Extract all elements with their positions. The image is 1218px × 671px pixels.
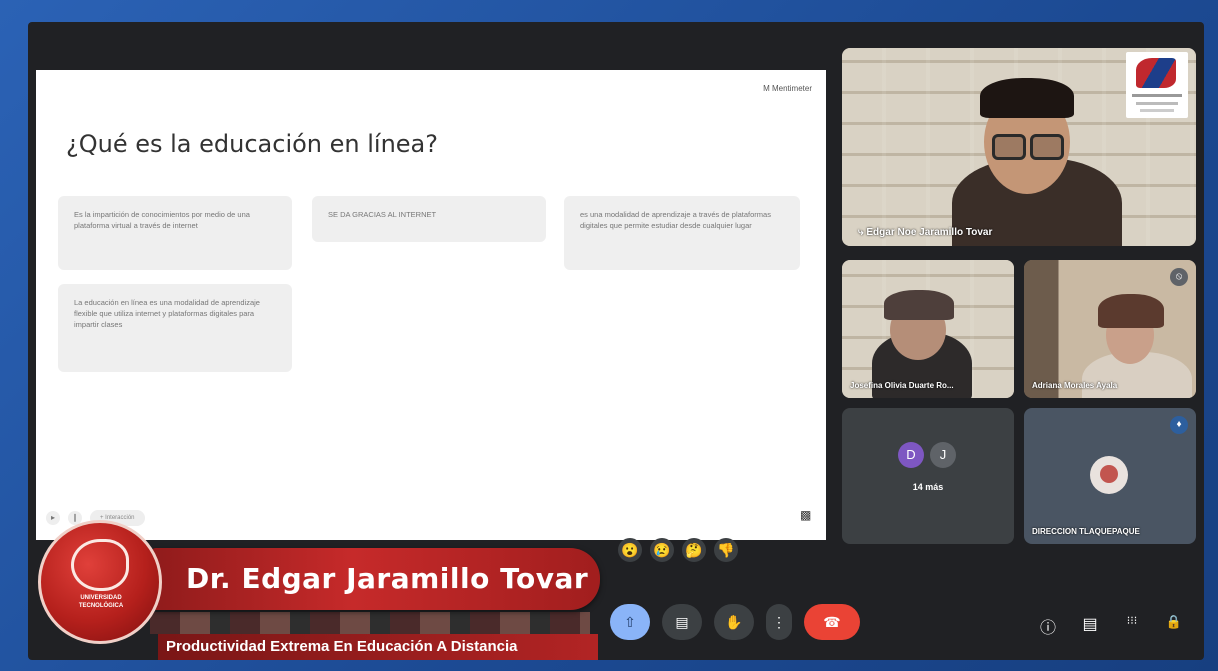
glasses-icon (992, 134, 1026, 160)
participant-tile-main[interactable]: ⤷ Edgar Noe Jaramillo Tovar (842, 48, 1196, 246)
avatar: J (930, 442, 956, 468)
note-card: SE DA GRACIAS AL INTERNET (312, 196, 546, 242)
avatar (1090, 456, 1128, 494)
more-count-label: 14 más (912, 482, 944, 492)
session-title: Productividad Extrema En Educación A Dis… (158, 634, 598, 660)
participant-name: Adriana Morales Ayala (1032, 381, 1118, 390)
speaker-name: Dr. Edgar Jaramillo Tovar (186, 562, 589, 595)
end-call-button[interactable]: ☎ (804, 604, 860, 640)
lock-icon[interactable]: 🔒 (1164, 614, 1184, 638)
reaction-thumbs-down-button[interactable]: 👎 (714, 538, 738, 562)
reaction-thinking-button[interactable]: 🤔 (682, 538, 706, 562)
presentation-area: M Mentimeter ¿Qué es la educación en lín… (36, 50, 828, 540)
lower-third-banner: Dr. Edgar Jaramillo Tovar (150, 548, 600, 610)
logo-icon (1100, 465, 1118, 483)
reaction-sad-button[interactable]: 😢 (650, 538, 674, 562)
note-card: Es la impartición de conocimientos por m… (58, 196, 292, 270)
slide: M Mentimeter ¿Qué es la educación en lín… (36, 70, 826, 540)
glasses-icon (1030, 134, 1064, 160)
note-card: es una modalidad de aprendizaje a través… (564, 196, 800, 270)
more-participants-tile[interactable]: D J 14 más (842, 408, 1014, 544)
participant-tile[interactable]: ⦸ Adriana Morales Ayala (1024, 260, 1196, 398)
mic-icon: ♦ (1170, 416, 1188, 434)
presenter-icon[interactable]: ▩ (800, 508, 816, 528)
note-card: La educación en línea es una modalidad d… (58, 284, 292, 372)
side-controls: ⓘ ▤ ⁝⁝⁝ 🔒 (1038, 614, 1184, 638)
info-icon[interactable]: ⓘ (1038, 614, 1058, 638)
apps-icon[interactable]: ⁝⁝⁝ (1122, 614, 1142, 638)
participant-hair (980, 78, 1074, 118)
university-seal: UNIVERSIDAD TECNOLÓGICA (38, 520, 162, 644)
university-logo (1126, 52, 1188, 118)
more-options-button[interactable]: ⋮ (766, 604, 792, 640)
present-button[interactable]: ⇧ (610, 604, 650, 640)
participant-hair (884, 290, 954, 320)
call-controls: ⇧ ▤ ✋ ⋮ ☎ (610, 604, 860, 640)
lion-icon (71, 539, 129, 591)
participant-tile[interactable]: ♦ DIRECCION TLAQUEPAQUE (1024, 408, 1196, 544)
slide-brand: M Mentimeter (763, 84, 812, 93)
participant-strip (150, 612, 590, 634)
participant-hair (1098, 294, 1164, 328)
participant-name: DIRECCION TLAQUEPAQUE (1032, 527, 1140, 536)
play-icon[interactable]: ▸ (46, 511, 60, 525)
reactions-bar: 😮 😢 🤔 👎 (618, 538, 738, 562)
reaction-surprised-button[interactable]: 😮 (618, 538, 642, 562)
participant-name-text: Edgar Noe Jaramillo Tovar (866, 227, 993, 238)
mic-off-icon: ⦸ (1170, 268, 1188, 286)
participant-tile[interactable]: Josefina Olivia Duarte Ro... (842, 260, 1014, 398)
raise-hand-button[interactable]: ✋ (714, 604, 754, 640)
chat-icon[interactable]: ▤ (1080, 614, 1100, 638)
participant-name: ⤷ Edgar Noe Jaramillo Tovar (858, 227, 992, 238)
avatar: D (898, 442, 924, 468)
broadcast-frame: M Mentimeter ¿Qué es la educación en lín… (0, 0, 1218, 671)
participant-name: Josefina Olivia Duarte Ro... (850, 381, 954, 390)
seal-text: UNIVERSIDAD TECNOLÓGICA (78, 595, 124, 609)
captions-button[interactable]: ▤ (662, 604, 702, 640)
slide-title: ¿Qué es la educación en línea? (66, 130, 438, 158)
